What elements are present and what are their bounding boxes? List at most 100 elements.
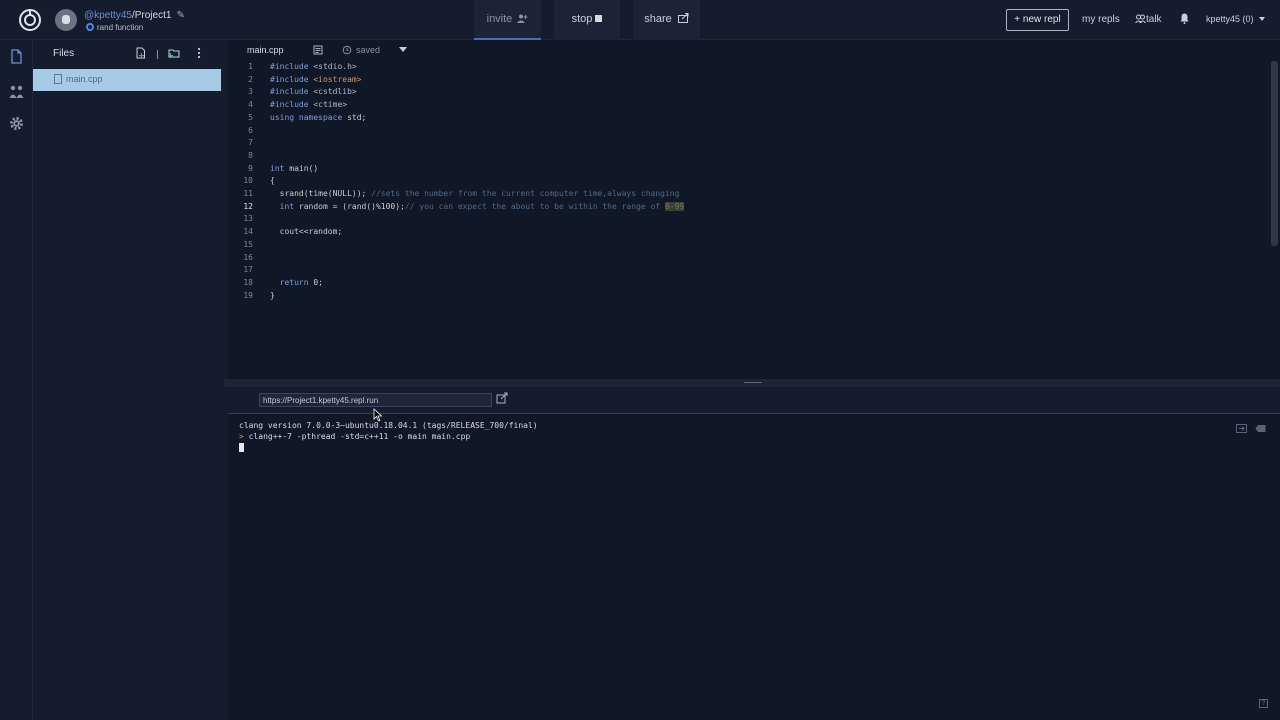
open-external-icon[interactable] (496, 392, 508, 404)
pencil-icon[interactable]: ✎ (176, 10, 184, 21)
code-token: #include (270, 74, 314, 84)
line-number: 19 (243, 290, 253, 300)
url-field[interactable] (259, 393, 492, 407)
code-token: <iostream> (313, 74, 362, 84)
stop-label: stop (571, 13, 593, 25)
history-icon[interactable] (342, 45, 352, 55)
file-item-main-cpp[interactable]: main.cpp (33, 69, 221, 91)
code-token: #include (270, 100, 314, 110)
webview-bar (228, 387, 1280, 414)
share-label: share (644, 13, 672, 25)
line-number: 1 (248, 62, 253, 71)
new-repl-button[interactable]: + new repl (1006, 9, 1069, 31)
code-token: srand(time(NULL)); (270, 189, 372, 198)
user-menu[interactable]: kpetty45 (0) (1206, 14, 1266, 24)
share-button[interactable]: share (633, 0, 700, 40)
code-line: 16 (228, 253, 1268, 266)
stop-button[interactable]: stop (554, 0, 620, 40)
line-number: 5 (248, 112, 253, 122)
share-icon (677, 13, 689, 23)
my-repls-link[interactable]: my repls (1082, 14, 1120, 25)
talk-label: talk (1146, 14, 1162, 25)
multiplayer-icon[interactable] (8, 83, 25, 100)
code-line: 18 return 0; (228, 278, 1268, 291)
project-name[interactable]: /Project1 (132, 10, 171, 21)
code-token: int (270, 201, 299, 211)
code-line: 8 (228, 151, 1268, 164)
code-token: namespace (298, 112, 348, 122)
cpp-language-icon (86, 23, 94, 31)
code-token: return (270, 277, 314, 287)
console-line: clang version 7.0.0-3~ubuntu0.18.04.1 (t… (239, 421, 538, 430)
code-line: 4 #include <ctime> (228, 100, 1268, 113)
people-icon (1135, 14, 1146, 24)
help-icon[interactable]: ? (1259, 699, 1268, 708)
project-description: rand function (97, 23, 144, 32)
code-token: } (270, 290, 275, 300)
code-line: 9 int main() (228, 164, 1268, 177)
code-token: 0; (313, 277, 323, 287)
code-token: <ctime> (313, 100, 348, 110)
save-status: saved (356, 45, 381, 55)
format-icon[interactable] (313, 45, 323, 55)
chevron-down-icon[interactable] (399, 47, 407, 52)
files-icon[interactable] (8, 48, 25, 65)
talk-link[interactable]: talk (1135, 14, 1162, 25)
code-token: main() (289, 163, 319, 173)
project-title[interactable]: @kpetty45/Project1 ✎ (84, 10, 185, 21)
editor-scrollbar[interactable] (1271, 61, 1278, 246)
code-line: 1 #include <stdio.h> (228, 62, 1268, 75)
project-avatar[interactable] (55, 9, 77, 31)
code-line: 7 (228, 138, 1268, 151)
mouse-pointer-icon (373, 408, 383, 422)
add-person-icon (517, 14, 528, 23)
clear-console-icon[interactable] (1236, 424, 1247, 433)
divider (157, 50, 158, 59)
line-number: 8 (248, 150, 253, 160)
backspace-icon[interactable] (1255, 424, 1266, 433)
line-number: 17 (243, 265, 253, 275)
project-subtitle: rand function (86, 23, 143, 32)
pane-resizer[interactable] (224, 379, 1280, 387)
more-options-icon[interactable] (192, 46, 206, 60)
code-line: 13 (228, 214, 1268, 227)
code-editor[interactable]: 1 #include <stdio.h> 2 #include <iostream>… (228, 61, 1268, 379)
invite-button[interactable]: invite (474, 0, 541, 40)
code-token: random = (rand()%100); (298, 201, 405, 211)
code-line: 19} (228, 291, 1268, 304)
code-line: 6 (228, 126, 1268, 139)
project-owner[interactable]: @kpetty45 (84, 10, 132, 21)
code-comment: //sets the number from the current compu… (371, 189, 680, 198)
line-number: 3 (248, 87, 253, 97)
line-number: 10 (243, 176, 253, 186)
code-token: using (270, 112, 299, 122)
highlighted-token: 0-99 (664, 201, 685, 211)
add-file-icon[interactable] (134, 46, 148, 60)
line-number: 15 (243, 239, 253, 249)
code-token: #include (270, 87, 314, 97)
bell-icon[interactable] (1180, 13, 1189, 24)
console[interactable]: clang version 7.0.0-3~ubuntu0.18.04.1 (t… (228, 414, 1280, 720)
replit-logo-icon[interactable] (18, 8, 42, 32)
line-number: 16 (243, 252, 253, 262)
code-line: 15 (228, 240, 1268, 253)
activity-bar (0, 40, 33, 720)
line-number: 6 (248, 125, 253, 135)
add-folder-icon[interactable] (167, 46, 181, 60)
code-comment: // you can expect the about to be within… (404, 201, 665, 211)
tab-main-cpp[interactable]: main.cpp (247, 45, 284, 55)
gear-icon[interactable] (8, 115, 25, 132)
line-number: 18 (243, 277, 253, 287)
line-number: 4 (248, 100, 253, 110)
code-token: std; (347, 112, 367, 122)
invite-label: invite (486, 13, 513, 25)
line-number: 2 (248, 74, 253, 84)
code-token: <stdio.h> (313, 62, 357, 71)
code-line: 17 (228, 265, 1268, 278)
code-line: 14 cout<<random; (228, 227, 1268, 240)
console-line: > clang++-7 -pthread -std=c++11 -o main … (239, 432, 470, 441)
code-line-active: 12 int random = (rand()%100);// you can … (228, 201, 1268, 215)
code-line: 11 srand(time(NULL)); //sets the number … (228, 189, 1268, 202)
console-command: clang++-7 -pthread -std=c++11 -o main ma… (243, 432, 471, 441)
code-token: #include (270, 62, 314, 71)
